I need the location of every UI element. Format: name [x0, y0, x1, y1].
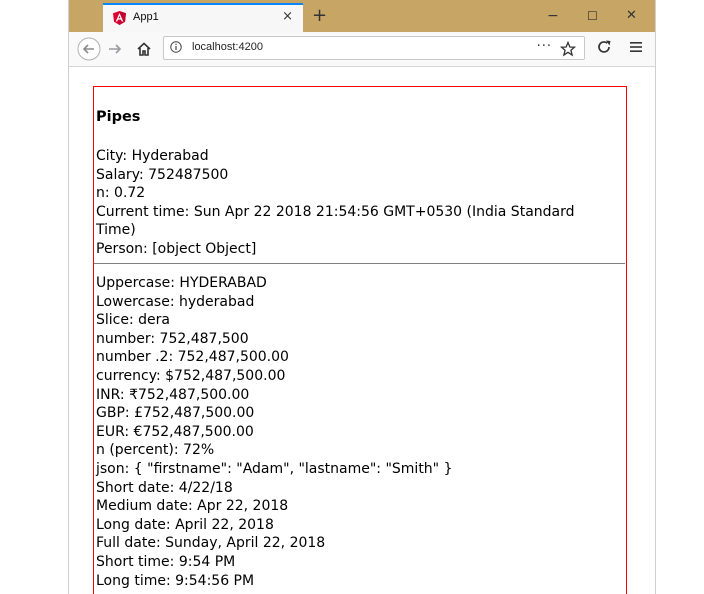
bookmark-star-icon[interactable] — [560, 41, 576, 57]
minimize-button[interactable]: − — [547, 8, 559, 24]
inr-text: INR: ₹752,487,500.00 — [96, 386, 250, 403]
info-section: City: Hyderabad Salary: 752487500 n: 0.7… — [96, 147, 616, 259]
home-icon[interactable] — [136, 41, 152, 57]
browser-tab[interactable]: App1 × — [103, 3, 303, 32]
forward-button-icon[interactable] — [107, 41, 123, 57]
uppercase-text: Uppercase: HYDERABAD — [96, 275, 267, 291]
n-text: n: 0.72 — [96, 185, 146, 202]
slice-text: Slice: dera — [96, 312, 170, 329]
reload-icon[interactable] — [596, 39, 612, 55]
tab-title: App1 — [133, 11, 159, 23]
short-date-text: Short date: 4/22/18 — [96, 479, 233, 496]
maximize-button[interactable]: ☐ — [587, 9, 598, 23]
long-time-text: Long time: 9:54:56 PM — [96, 572, 255, 589]
salary-text: Salary: 752487500 — [96, 166, 229, 183]
json-text: json: { "firstname": "Adam", "lastname":… — [96, 460, 453, 477]
number-text: number: 752,487,500 — [96, 330, 249, 347]
new-tab-button[interactable]: + — [312, 5, 327, 26]
hamburger-menu-icon[interactable] — [629, 40, 643, 54]
tab-close-icon[interactable]: × — [282, 9, 293, 24]
long-date-text: Long date: April 22, 2018 — [96, 516, 274, 533]
navigation-toolbar: localhost:4200 ··· — [69, 32, 655, 67]
city-text: City: Hyderabad — [96, 148, 209, 164]
page-title: Pipes — [96, 109, 141, 125]
angular-logo-icon — [113, 11, 126, 25]
short-time-text: Short time: 9:54 PM — [96, 553, 236, 570]
close-window-button[interactable]: ✕ — [626, 8, 637, 23]
address-bar[interactable]: localhost:4200 ··· — [163, 36, 585, 60]
page-actions-icon[interactable]: ··· — [537, 39, 552, 54]
browser-window: App1 × + − ☐ ✕ localhost:4200 ··· Pipes … — [68, 0, 656, 594]
pipes-list: Uppercase: HYDERABAD Lowercase: hyderaba… — [96, 274, 621, 590]
percent-text: n (percent): 72% — [96, 442, 215, 459]
back-button-icon[interactable] — [77, 37, 101, 61]
app-root-container: Pipes City: Hyderabad Salary: 752487500 … — [93, 86, 627, 594]
number-decimal-text: number .2: 752,487,500.00 — [96, 349, 289, 366]
title-bar: App1 × + − ☐ ✕ — [69, 0, 655, 32]
current-time-text: Current time: Sun Apr 22 2018 21:54:56 G… — [96, 203, 575, 239]
lowercase-text: Lowercase: hyderabad — [96, 293, 255, 310]
person-text: Person: [object Object] — [96, 240, 257, 257]
site-info-icon[interactable] — [170, 41, 182, 53]
url-text[interactable]: localhost:4200 — [192, 41, 263, 53]
medium-date-text: Medium date: Apr 22, 2018 — [96, 498, 289, 515]
full-date-text: Full date: Sunday, April 22, 2018 — [96, 535, 326, 552]
eur-text: EUR: €752,487,500.00 — [96, 423, 254, 440]
gbp-text: GBP: £752,487,500.00 — [96, 405, 255, 422]
currency-text: currency: $752,487,500.00 — [96, 367, 286, 384]
horizontal-rule — [94, 263, 625, 264]
